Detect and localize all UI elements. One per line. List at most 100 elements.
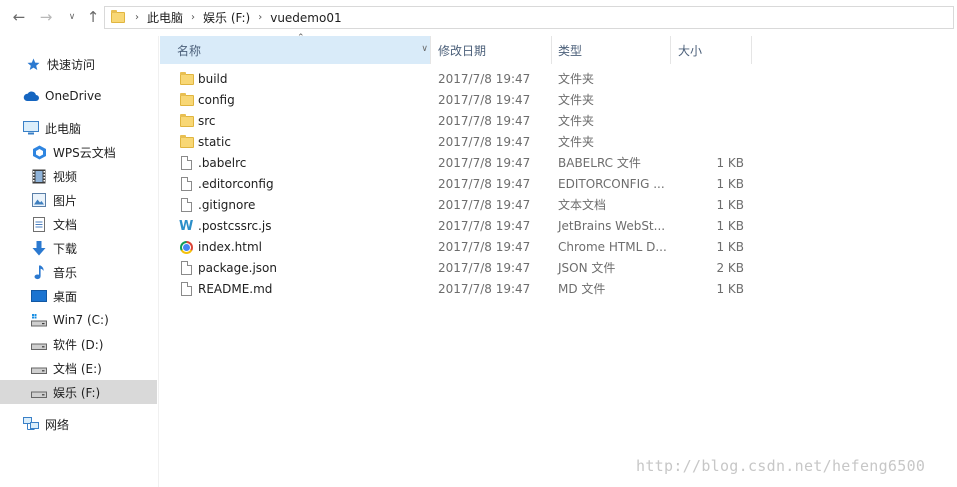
column-header-label: 大小 xyxy=(678,43,703,58)
file-row[interactable]: index.html 2017/7/8 19:47 Chrome HTML D.… xyxy=(160,237,760,258)
sidebar-item-pictures[interactable]: 图片 xyxy=(0,188,157,212)
file-row[interactable]: package.json 2017/7/8 19:47 JSON 文件 2 KB xyxy=(160,258,760,279)
sidebar-item-label: OneDrive xyxy=(45,89,102,103)
sidebar-item-video[interactable]: 视频 xyxy=(0,164,157,188)
file-name: src xyxy=(198,114,216,128)
folder-icon xyxy=(180,114,194,127)
file-name: .gitignore xyxy=(198,198,256,212)
sidebar-item-drive-f[interactable]: 娱乐 (F:) xyxy=(0,380,157,404)
file-icon xyxy=(181,156,192,170)
file-row[interactable]: config 2017/7/8 19:47 文件夹 xyxy=(160,90,760,111)
file-type: 文件夹 xyxy=(558,114,595,128)
file-row[interactable]: W .postcssrc.js 2017/7/8 19:47 JetBrains… xyxy=(160,216,760,237)
folder-icon xyxy=(180,135,194,148)
sidebar-item-network[interactable]: 网络 xyxy=(0,412,157,436)
file-name: .postcssrc.js xyxy=(198,219,272,233)
breadcrumb-vuedemo01[interactable]: vuedemo01 xyxy=(266,11,345,25)
file-date: 2017/7/8 19:47 xyxy=(438,156,531,170)
sidebar-item-label: 此电脑 xyxy=(45,121,82,136)
sidebar-item-drive-d[interactable]: 软件 (D:) xyxy=(0,332,157,356)
file-date: 2017/7/8 19:47 xyxy=(438,282,531,296)
column-header-label: 名称 xyxy=(177,43,202,58)
sidebar-item-documents[interactable]: 文档 xyxy=(0,212,157,236)
sidebar-item-label: 下载 xyxy=(53,241,78,256)
sidebar-item-label: 视频 xyxy=(53,169,78,184)
breadcrumb-drive-f[interactable]: 娱乐 (F:) xyxy=(199,9,254,26)
computer-icon xyxy=(23,120,39,136)
watermark: http://blog.csdn.net/hefeng6500 xyxy=(636,457,926,475)
file-name: build xyxy=(198,72,228,86)
back-arrow-icon[interactable]: ← xyxy=(10,8,28,26)
sidebar-item-label: 网络 xyxy=(45,417,70,432)
file-row[interactable]: .gitignore 2017/7/8 19:47 文本文档 1 KB xyxy=(160,195,760,216)
file-row[interactable]: .babelrc 2017/7/8 19:47 BABELRC 文件 1 KB xyxy=(160,153,760,174)
sidebar-item-label: 桌面 xyxy=(53,289,78,304)
file-date: 2017/7/8 19:47 xyxy=(438,198,531,212)
sidebar-item-this-pc[interactable]: 此电脑 xyxy=(0,116,157,140)
system-drive-icon xyxy=(31,312,47,328)
file-name: static xyxy=(198,135,231,149)
file-name: config xyxy=(198,93,235,107)
file-row[interactable]: static 2017/7/8 19:47 文件夹 xyxy=(160,132,760,153)
sidebar-item-label: 文档 xyxy=(53,217,78,232)
file-type: 文本文档 xyxy=(558,198,607,212)
sidebar-item-desktop[interactable]: 桌面 xyxy=(0,284,157,308)
music-icon xyxy=(31,264,47,280)
sidebar-item-label: 软件 (D:) xyxy=(53,337,104,352)
file-size: 1 KB xyxy=(716,198,744,212)
picture-icon xyxy=(31,192,47,208)
chevron-right-icon[interactable]: › xyxy=(187,12,199,23)
chevron-right-icon[interactable]: › xyxy=(254,12,266,23)
file-name: README.md xyxy=(198,282,273,296)
file-size: 1 KB xyxy=(716,240,744,254)
address-toolbar: ← → ∨ ↑ › 此电脑 › 娱乐 (F:) › vuedemo01 xyxy=(0,0,957,36)
sort-ascending-icon: ⌃ xyxy=(297,33,305,43)
file-type: BABELRC 文件 xyxy=(558,156,641,170)
sidebar-item-music[interactable]: 音乐 xyxy=(0,260,157,284)
sidebar-item-label: 音乐 xyxy=(53,265,78,280)
sidebar-item-label: 图片 xyxy=(53,193,78,208)
sidebar-item-onedrive[interactable]: OneDrive xyxy=(0,84,157,108)
file-type: JSON 文件 xyxy=(558,261,616,275)
column-header-date[interactable]: 修改日期 xyxy=(431,36,552,64)
sidebar-item-label: Win7 (C:) xyxy=(53,313,109,327)
sidebar-item-wps-cloud[interactable]: WPS云文档 xyxy=(0,140,157,164)
recent-locations-chevron-icon[interactable]: ∨ xyxy=(63,8,81,26)
drive-icon xyxy=(31,336,47,352)
file-type: MD 文件 xyxy=(558,282,606,296)
forward-arrow-icon[interactable]: → xyxy=(37,8,55,26)
column-header-label: 修改日期 xyxy=(438,43,487,58)
address-bar[interactable]: › 此电脑 › 娱乐 (F:) › vuedemo01 xyxy=(104,6,954,29)
column-header-name[interactable]: ⌃ 名称 ∨ xyxy=(160,33,431,64)
sidebar-item-downloads[interactable]: 下载 xyxy=(0,236,157,260)
file-date: 2017/7/8 19:47 xyxy=(438,93,531,107)
file-type: Chrome HTML D... xyxy=(558,240,667,254)
column-header-size[interactable]: 大小 xyxy=(671,36,752,64)
breadcrumb-this-pc[interactable]: 此电脑 xyxy=(143,9,187,26)
desktop-icon xyxy=(31,288,47,304)
column-separator xyxy=(751,36,752,64)
file-type: 文件夹 xyxy=(558,93,595,107)
file-row[interactable]: src 2017/7/8 19:47 文件夹 xyxy=(160,111,760,132)
file-name: index.html xyxy=(198,240,262,254)
chevron-right-icon[interactable]: › xyxy=(131,12,143,23)
document-icon xyxy=(31,216,47,232)
file-row[interactable]: README.md 2017/7/8 19:47 MD 文件 1 KB xyxy=(160,279,760,300)
file-row[interactable]: .editorconfig 2017/7/8 19:47 EDITORCONFI… xyxy=(160,174,760,195)
chevron-down-icon[interactable]: ∨ xyxy=(421,44,428,54)
file-date: 2017/7/8 19:47 xyxy=(438,219,531,233)
sidebar-item-drive-c[interactable]: Win7 (C:) xyxy=(0,308,157,332)
file-type: JetBrains WebSt... xyxy=(558,219,666,233)
file-size: 1 KB xyxy=(716,177,744,191)
sidebar-item-drive-e[interactable]: 文档 (E:) xyxy=(0,356,157,380)
sidebar-item-label: 娱乐 (F:) xyxy=(53,385,101,400)
file-icon xyxy=(181,177,192,191)
file-date: 2017/7/8 19:47 xyxy=(438,72,531,86)
file-row[interactable]: build 2017/7/8 19:47 文件夹 xyxy=(160,69,760,90)
up-arrow-icon[interactable]: ↑ xyxy=(84,8,102,26)
column-header-type[interactable]: 类型 xyxy=(552,36,671,64)
sidebar-item-quick-access[interactable]: 快速访问 xyxy=(0,52,157,76)
file-type: 文件夹 xyxy=(558,135,595,149)
file-size: 1 KB xyxy=(716,282,744,296)
sidebar-item-label: 快速访问 xyxy=(47,57,96,72)
